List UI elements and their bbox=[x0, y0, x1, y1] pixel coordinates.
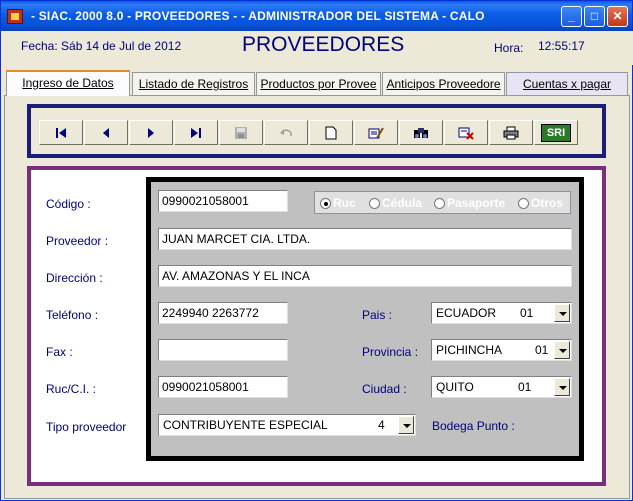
maximize-button[interactable]: □ bbox=[584, 6, 605, 27]
undo-icon bbox=[279, 127, 293, 139]
pais-label: Pais : bbox=[362, 308, 393, 322]
tipo-proveedor-code: 4 bbox=[378, 418, 385, 432]
next-record-icon bbox=[145, 127, 157, 139]
new-document-icon bbox=[325, 126, 337, 140]
page-title: PROVEEDORES bbox=[242, 33, 405, 56]
minimize-button[interactable]: _ bbox=[561, 6, 582, 27]
tab-productos-por-proveedor[interactable]: Productos por Provee bbox=[256, 72, 381, 95]
sri-button[interactable]: SRI bbox=[534, 120, 578, 145]
time-label: Hora: bbox=[494, 41, 524, 55]
chevron-down-icon[interactable] bbox=[554, 304, 570, 322]
edit-icon bbox=[368, 126, 384, 140]
tab-anticipos-proveedores[interactable]: Anticipos Proveedore bbox=[382, 72, 505, 95]
next-record-button[interactable] bbox=[129, 120, 173, 145]
chevron-down-icon[interactable] bbox=[398, 416, 414, 434]
search-icon bbox=[413, 126, 429, 140]
radio-unselected-icon bbox=[369, 198, 380, 209]
ruc-label: Ruc/C.I. : bbox=[46, 382, 97, 396]
header: Fecha: Sáb 14 de Jul de 2012 PROVEEDORES… bbox=[2, 31, 633, 65]
chevron-down-icon[interactable] bbox=[554, 341, 570, 359]
tab-cuentas-x-pagar[interactable]: Cuentas x pagar bbox=[506, 72, 628, 95]
radio-unselected-icon bbox=[434, 198, 445, 209]
tab-ingreso-de-datos[interactable]: Ingreso de Datos bbox=[6, 70, 130, 96]
print-button[interactable] bbox=[489, 120, 533, 145]
sri-icon: SRI bbox=[541, 123, 571, 142]
previous-record-button[interactable] bbox=[84, 120, 128, 145]
print-icon bbox=[503, 126, 519, 140]
radio-unselected-icon bbox=[518, 198, 529, 209]
codigo-field[interactable]: 0990021058001 bbox=[158, 190, 288, 212]
chevron-down-icon[interactable] bbox=[554, 378, 570, 396]
window-title: - SIAC. 2000 8.0 - PROVEEDORES - - ADMIN… bbox=[31, 9, 485, 23]
id-type-radio-group: Ruc Cédula Pasaporte Otros bbox=[314, 191, 571, 214]
radio-ruc[interactable]: Ruc bbox=[320, 196, 356, 210]
provincia-value: PICHINCHA bbox=[436, 343, 503, 357]
tab-strip: Ingreso de Datos Listado de Registros Pr… bbox=[4, 70, 630, 96]
close-button[interactable]: ✕ bbox=[607, 6, 628, 27]
undo-button[interactable] bbox=[264, 120, 308, 145]
ciudad-select[interactable]: QUITO 01 bbox=[431, 376, 572, 398]
pais-code: 01 bbox=[520, 306, 534, 320]
previous-record-icon bbox=[100, 127, 112, 139]
fax-field[interactable] bbox=[158, 339, 288, 361]
app-icon[interactable] bbox=[7, 9, 23, 24]
tipo-proveedor-value: CONTRIBUYENTE ESPECIAL bbox=[163, 418, 328, 432]
first-record-button[interactable] bbox=[39, 120, 83, 145]
provincia-code: 01 bbox=[535, 343, 549, 357]
codigo-label: Código : bbox=[46, 197, 91, 211]
toolbar: SRI bbox=[27, 104, 606, 158]
direccion-field[interactable]: AV. AMAZONAS Y EL INCA bbox=[158, 265, 572, 287]
delete-button[interactable] bbox=[444, 120, 488, 145]
ciudad-code: 01 bbox=[518, 380, 532, 394]
radio-otros[interactable]: Otros bbox=[518, 196, 563, 210]
save-icon bbox=[234, 126, 248, 140]
radio-selected-icon bbox=[320, 198, 331, 209]
telefono-field[interactable]: 2249940 2263772 bbox=[158, 302, 288, 324]
radio-cedula[interactable]: Cédula bbox=[369, 196, 422, 210]
proveedor-field[interactable]: JUAN MARCET CIA. LTDA. bbox=[158, 228, 572, 250]
provincia-label: Provincia : bbox=[362, 345, 419, 359]
time-value: 12:55:17 bbox=[538, 39, 585, 53]
tab-listado-de-registros[interactable]: Listado de Registros bbox=[132, 72, 255, 95]
app-window: - SIAC. 2000 8.0 - PROVEEDORES - - ADMIN… bbox=[0, 0, 633, 501]
first-record-icon bbox=[55, 127, 67, 139]
telefono-label: Teléfono : bbox=[46, 308, 99, 322]
title-bar[interactable]: - SIAC. 2000 8.0 - PROVEEDORES - - ADMIN… bbox=[1, 1, 632, 31]
date-label: Fecha: Sáb 14 de Jul de 2012 bbox=[21, 39, 182, 53]
last-record-icon bbox=[190, 127, 202, 139]
tipo-proveedor-select[interactable]: CONTRIBUYENTE ESPECIAL 4 bbox=[158, 414, 416, 436]
provincia-select[interactable]: PICHINCHA 01 bbox=[431, 339, 572, 361]
pais-select[interactable]: ECUADOR 01 bbox=[431, 302, 572, 324]
bodega-punto-label: Bodega Punto : bbox=[432, 419, 515, 433]
save-button[interactable] bbox=[219, 120, 263, 145]
tipo-proveedor-label: Tipo proveedor bbox=[46, 420, 127, 434]
pais-value: ECUADOR bbox=[436, 306, 497, 320]
direccion-label: Dirección : bbox=[46, 271, 103, 285]
search-button[interactable] bbox=[399, 120, 443, 145]
new-button[interactable] bbox=[309, 120, 353, 145]
fax-label: Fax : bbox=[46, 345, 73, 359]
ruc-field[interactable]: 0990021058001 bbox=[158, 376, 288, 398]
ciudad-value: QUITO bbox=[436, 380, 474, 394]
edit-button[interactable] bbox=[354, 120, 398, 145]
radio-pasaporte[interactable]: Pasaporte bbox=[434, 196, 505, 210]
last-record-button[interactable] bbox=[174, 120, 218, 145]
ciudad-label: Ciudad : bbox=[362, 382, 407, 396]
proveedor-label: Proveedor : bbox=[46, 234, 109, 248]
delete-icon bbox=[458, 126, 474, 140]
